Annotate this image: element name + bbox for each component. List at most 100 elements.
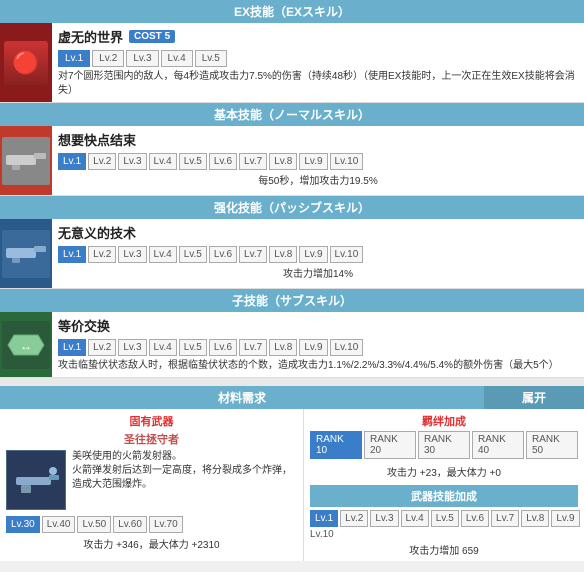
basic-level-tab[interactable]: Lv.1	[58, 153, 86, 170]
passive-level-tab[interactable]: Lv.9	[299, 246, 327, 263]
materials-right-header: 属开	[484, 386, 584, 409]
sub-skill-icon: ↔	[0, 312, 52, 377]
ex-level-tab[interactable]: Lv.5	[195, 50, 227, 67]
weapon-skill-lv-tab[interactable]: Lv.6	[461, 510, 489, 527]
sub-skill-desc: 攻击临蛰伏状态敌人时，根据临蛰伏状态的个数，造成攻击力1.1%/2.2%/3.3…	[58, 359, 578, 373]
ex-skill-level-tabs[interactable]: Lv.1Lv.2Lv.3Lv.4Lv.5	[58, 50, 578, 67]
sub-level-tab[interactable]: Lv.2	[88, 339, 116, 356]
rank-tab[interactable]: RANK 30	[418, 431, 470, 459]
sub-skill-header: 子技能（サブスキル）	[0, 289, 584, 312]
basic-level-tab[interactable]: Lv.4	[149, 153, 177, 170]
passive-level-tab[interactable]: Lv.8	[269, 246, 297, 263]
weapon-section-label: 固有武器	[6, 413, 297, 429]
passive-level-tab[interactable]: Lv.6	[209, 246, 237, 263]
basic-skill-icon	[0, 126, 52, 195]
weapon-image	[6, 450, 66, 510]
weapon-skill-lv-tab[interactable]: Lv.4	[401, 510, 429, 527]
basic-level-tab[interactable]: Lv.2	[88, 153, 116, 170]
passive-skill-desc: 攻击力增加14%	[58, 266, 578, 284]
ex-skill-name-row: 虚无的世界 COST 5	[58, 27, 578, 46]
weapon-lv-tab[interactable]: Lv.50	[77, 516, 111, 533]
bonus-section-label: 羁绊加成	[310, 413, 578, 429]
sub-level-tab[interactable]: Lv.7	[239, 339, 267, 356]
basic-level-tab[interactable]: Lv.7	[239, 153, 267, 170]
weapon-skill-lv-extra: Lv.10	[310, 529, 578, 540]
passive-level-tab[interactable]: Lv.5	[179, 246, 207, 263]
basic-skill-level-tabs[interactable]: Lv.1Lv.2Lv.3Lv.4Lv.5Lv.6Lv.7Lv.8Lv.9Lv.1…	[58, 153, 578, 170]
sub-skill-row: ↔ 等价交换 Lv.1Lv.2Lv.3Lv.4Lv.5Lv.6Lv.7Lv.8L…	[0, 312, 584, 378]
ex-level-tab[interactable]: Lv.2	[92, 50, 124, 67]
weapon-lv-tab[interactable]: Lv.40	[42, 516, 76, 533]
passive-level-tab[interactable]: Lv.2	[88, 246, 116, 263]
weapon-lv-tab[interactable]: Lv.70	[149, 516, 183, 533]
basic-level-tab[interactable]: Lv.8	[269, 153, 297, 170]
basic-skill-header: 基本技能（ノーマルスキル）	[0, 103, 584, 126]
sub-skill-name-row: 等价交换	[58, 316, 578, 335]
ex-level-tab[interactable]: Lv.1	[58, 50, 90, 67]
sub-level-tab[interactable]: Lv.6	[209, 339, 237, 356]
basic-skill-name-row: 想要快点结束	[58, 130, 578, 149]
rank-tab[interactable]: RANK 20	[364, 431, 416, 459]
weapon-skill-lv-tab[interactable]: Lv.9	[551, 510, 579, 527]
sub-level-tab[interactable]: Lv.10	[330, 339, 364, 356]
passive-level-tab[interactable]: Lv.3	[118, 246, 146, 263]
basic-level-tab[interactable]: Lv.10	[330, 153, 364, 170]
materials-bonus-section: 羁绊加成 RANK 10RANK 20RANK 30RANK 40RANK 50…	[304, 409, 584, 561]
weapon-lv-tab[interactable]: Lv.30	[6, 516, 40, 533]
basic-skill-icon-img	[2, 137, 50, 185]
ex-skill-icon: 🔴	[0, 23, 52, 102]
weapon-skill-lv-tab[interactable]: Lv.3	[370, 510, 398, 527]
ex-level-tab[interactable]: Lv.3	[126, 50, 158, 67]
basic-level-tab[interactable]: Lv.9	[299, 153, 327, 170]
weapon-lv-tab[interactable]: Lv.60	[113, 516, 147, 533]
rank-tabs[interactable]: RANK 10RANK 20RANK 30RANK 40RANK 50	[310, 431, 578, 459]
materials-header: 材料需求 属开	[0, 386, 584, 409]
weapon-name: 圣往拯守者	[6, 431, 297, 447]
weapon-lv-row[interactable]: Lv.30Lv.40Lv.50Lv.60Lv.70	[6, 516, 297, 533]
ex-skill-row: 🔴 虚无的世界 COST 5 Lv.1Lv.2Lv.3Lv.4Lv.5 对7个圆…	[0, 23, 584, 103]
rank-tab[interactable]: RANK 50	[526, 431, 578, 459]
ex-skill-header: EX技能（EXスキル）	[0, 0, 584, 23]
sub-skill-content: 等价交换 Lv.1Lv.2Lv.3Lv.4Lv.5Lv.6Lv.7Lv.8Lv.…	[52, 312, 584, 377]
passive-level-tab[interactable]: Lv.1	[58, 246, 86, 263]
materials-section: 材料需求 属开 固有武器 圣往拯守者 美咲使用的火箭发射器。 火箭弹发射后达到一…	[0, 386, 584, 561]
sub-level-tab[interactable]: Lv.3	[118, 339, 146, 356]
passive-skill-name: 无意义的技术	[58, 223, 136, 242]
sub-skill-level-tabs[interactable]: Lv.1Lv.2Lv.3Lv.4Lv.5Lv.6Lv.7Lv.8Lv.9Lv.1…	[58, 339, 578, 356]
materials-left-header: 材料需求	[0, 386, 484, 409]
sub-level-tab[interactable]: Lv.8	[269, 339, 297, 356]
svg-text:↔: ↔	[20, 339, 32, 353]
basic-level-tab[interactable]: Lv.6	[209, 153, 237, 170]
ex-skill-cost: COST 5	[129, 30, 175, 43]
basic-level-tab[interactable]: Lv.3	[118, 153, 146, 170]
weapon-skill-lv-tab[interactable]: Lv.1	[310, 510, 338, 527]
basic-skill-name: 想要快点结束	[58, 130, 136, 149]
weapon-skill-lv-tab[interactable]: Lv.7	[491, 510, 519, 527]
basic-level-tab[interactable]: Lv.5	[179, 153, 207, 170]
sub-level-tab[interactable]: Lv.9	[299, 339, 327, 356]
passive-level-tab[interactable]: Lv.7	[239, 246, 267, 263]
basic-skill-row: 想要快点结束 Lv.1Lv.2Lv.3Lv.4Lv.5Lv.6Lv.7Lv.8L…	[0, 126, 584, 196]
ex-level-tab[interactable]: Lv.4	[161, 50, 193, 67]
sub-level-tab[interactable]: Lv.5	[179, 339, 207, 356]
weapon-skill-lv-tab[interactable]: Lv.2	[340, 510, 368, 527]
sub-skill-icon-img: ↔	[2, 321, 50, 369]
weapon-skill-lv-tabs[interactable]: Lv.1Lv.2Lv.3Lv.4Lv.5Lv.6Lv.7Lv.8Lv.9	[310, 510, 578, 527]
basic-skill-desc: 每50秒，增加攻击力19.5%	[58, 173, 578, 191]
passive-skill-level-tabs[interactable]: Lv.1Lv.2Lv.3Lv.4Lv.5Lv.6Lv.7Lv.8Lv.9Lv.1…	[58, 246, 578, 263]
passive-level-tab[interactable]: Lv.4	[149, 246, 177, 263]
passive-level-tab[interactable]: Lv.10	[330, 246, 364, 263]
ex-skill-desc: 对7个圆形范围内的敌人，每4秒造成攻击力7.5%的伤害（持续48秒）（使用EX技…	[58, 70, 578, 98]
weapon-lv-stat: 攻击力 +346，最大体力 +2310	[6, 536, 297, 551]
section-separator	[0, 378, 584, 386]
passive-skill-icon-img	[2, 230, 50, 278]
rank-bonus-desc: 攻击力 +23，最大体力 +0	[310, 462, 578, 481]
sub-level-tab[interactable]: Lv.1	[58, 339, 86, 356]
rank-tab[interactable]: RANK 40	[472, 431, 524, 459]
rank-tab[interactable]: RANK 10	[310, 431, 362, 459]
weapon-skill-desc: 攻击力增加 659	[310, 542, 578, 557]
ex-skill-content: 虚无的世界 COST 5 Lv.1Lv.2Lv.3Lv.4Lv.5 对7个圆形范…	[52, 23, 584, 102]
sub-level-tab[interactable]: Lv.4	[149, 339, 177, 356]
weapon-skill-lv-tab[interactable]: Lv.8	[521, 510, 549, 527]
weapon-skill-lv-tab[interactable]: Lv.5	[431, 510, 459, 527]
